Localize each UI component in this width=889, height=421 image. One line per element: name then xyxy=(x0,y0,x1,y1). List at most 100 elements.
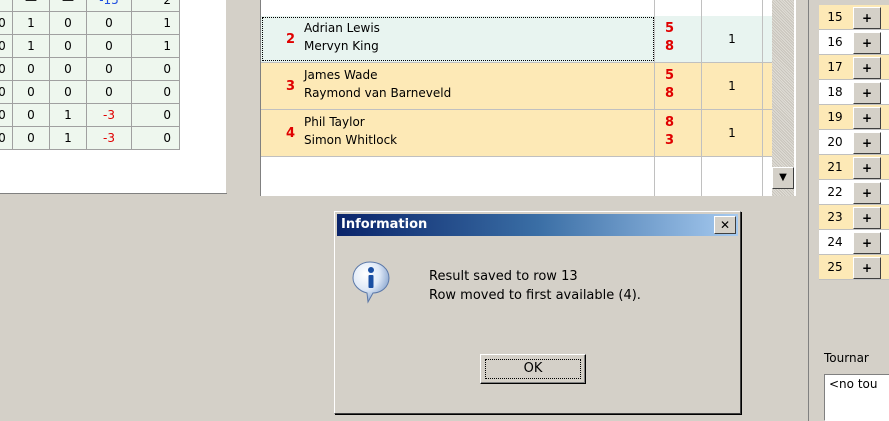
player-1-name: Adrian Lewis xyxy=(304,21,380,35)
match-number: 4 xyxy=(286,126,296,141)
standings-cell: 1 xyxy=(12,11,50,35)
match-row-partial xyxy=(261,0,776,17)
scroll-down-button[interactable]: ▼ xyxy=(772,167,794,189)
add-round-button[interactable]: + xyxy=(853,257,881,279)
standings-cell: 1 xyxy=(131,11,180,35)
standings-cell xyxy=(0,0,13,12)
round-number: 17 xyxy=(827,60,843,74)
round-row: 18 + xyxy=(819,80,889,105)
standings-cell: 0 xyxy=(0,103,13,127)
standings-row: 00000 xyxy=(0,57,180,81)
round-number: 22 xyxy=(827,185,843,199)
dialog-message-line-2: Row moved to first available (4). xyxy=(429,288,641,303)
round-row: 15 + xyxy=(819,5,889,30)
standings-cell: 0 xyxy=(49,11,87,35)
add-round-button[interactable]: + xyxy=(853,32,881,54)
ok-button[interactable]: OK xyxy=(480,354,586,384)
information-dialog: Information ✕ Result saved to row 13 Row… xyxy=(334,211,741,414)
standings-cell: 1 xyxy=(49,103,87,127)
rounds-panel: 15 +16 +17 +18 +19 +20 +21 +22 +23 +24 +25 + Tourna… xyxy=(808,0,889,421)
matches-panel: 2 Adrian Lewis Mervyn King 5 8 1 3 James… xyxy=(260,0,796,196)
standings-cell: 0 xyxy=(86,80,132,104)
round-row: 23 + xyxy=(819,205,889,230)
add-round-button[interactable]: + xyxy=(853,132,881,154)
add-round-button[interactable]: + xyxy=(853,207,881,229)
match-column-value: 1 xyxy=(702,16,763,62)
round-row: 16 + xyxy=(819,30,889,55)
round-number: 20 xyxy=(827,135,843,149)
standings-cell: 0 xyxy=(12,126,50,150)
player-2-score: 8 xyxy=(665,86,675,101)
standings-cell: 0 xyxy=(49,80,87,104)
round-number: 19 xyxy=(827,110,843,124)
match-players: 2 Adrian Lewis Mervyn King xyxy=(261,16,655,62)
match-row[interactable]: 3 James Wade Raymond van Barneveld 5 8 1 xyxy=(261,63,776,110)
add-round-button[interactable]: + xyxy=(853,7,881,29)
player-2-name: Mervyn King xyxy=(304,39,379,53)
add-round-button[interactable]: + xyxy=(853,232,881,254)
standings-cell: 0 xyxy=(0,57,13,81)
player-1-name: James Wade xyxy=(304,68,378,82)
standings-cell: 1 xyxy=(12,34,50,58)
standings-cell: 0 xyxy=(0,34,13,58)
round-row: 24 + xyxy=(819,230,889,255)
standings-row: — — -15 2 xyxy=(0,0,180,12)
standings-cell: 0 xyxy=(131,126,180,150)
add-round-button[interactable]: + xyxy=(853,82,881,104)
round-row: 17 + xyxy=(819,55,889,80)
standings-cell: 0 xyxy=(86,57,132,81)
player-1-score: 5 xyxy=(665,21,675,36)
add-round-button[interactable]: + xyxy=(853,107,881,129)
standings-cell: 2 xyxy=(131,0,180,12)
standings-cell: 1 xyxy=(131,34,180,58)
dialog-title-bar[interactable]: Information xyxy=(337,214,738,236)
tournament-field[interactable]: <no tou xyxy=(824,374,889,421)
match-row[interactable]: 4 Phil Taylor Simon Whitlock 8 3 1 xyxy=(261,110,776,157)
standings-cell: -3 xyxy=(86,103,132,127)
player-2-score: 3 xyxy=(665,133,675,148)
match-number: 2 xyxy=(286,32,296,47)
match-score: 5 8 xyxy=(655,63,702,109)
player-2-name: Simon Whitlock xyxy=(304,133,398,147)
standings-cell: 1 xyxy=(49,126,87,150)
close-button[interactable]: ✕ xyxy=(714,216,736,234)
match-column-value: 1 xyxy=(702,63,763,109)
match-players: 4 Phil Taylor Simon Whitlock xyxy=(261,110,655,156)
standings-cell: — xyxy=(12,0,50,12)
standings-cell: 0 xyxy=(0,80,13,104)
match-row[interactable]: 2 Adrian Lewis Mervyn King 5 8 1 xyxy=(261,16,776,63)
player-1-name: Phil Taylor xyxy=(304,115,365,129)
match-score: 5 8 xyxy=(655,16,702,62)
standings-cell: 0 xyxy=(86,11,132,35)
round-row: 20 + xyxy=(819,130,889,155)
player-2-name: Raymond van Barneveld xyxy=(304,86,452,100)
close-icon: ✕ xyxy=(719,218,731,232)
add-round-button[interactable]: + xyxy=(853,157,881,179)
standings-cell: 0 xyxy=(12,80,50,104)
round-number: 23 xyxy=(827,210,843,224)
round-number: 21 xyxy=(827,160,843,174)
standings-cell: 0 xyxy=(12,57,50,81)
player-2-score: 8 xyxy=(665,39,675,54)
standings-cell: 0 xyxy=(49,57,87,81)
standings-cell: 0 xyxy=(131,57,180,81)
standings-row: 001-30 xyxy=(0,103,180,127)
standings-row: 001-30 xyxy=(0,126,180,150)
add-round-button[interactable]: + xyxy=(853,57,881,79)
ok-label: OK xyxy=(485,359,581,379)
add-round-button[interactable]: + xyxy=(853,182,881,204)
standings-cell: 0 xyxy=(86,34,132,58)
match-column-value: 1 xyxy=(702,110,763,156)
match-score: 8 3 xyxy=(655,110,702,156)
standings-row: 00000 xyxy=(0,80,180,104)
standings-cell: 0 xyxy=(49,34,87,58)
match-number: 3 xyxy=(286,79,296,94)
round-number: 15 xyxy=(827,10,843,24)
round-row: 21 + xyxy=(819,155,889,180)
round-row: 25 + xyxy=(819,255,889,280)
player-1-score: 8 xyxy=(665,115,675,130)
standings-table: ——-15201001010010000000000001-30001-30 xyxy=(0,0,180,150)
standings-cell: 0 xyxy=(12,103,50,127)
standings-cell: 0 xyxy=(0,11,13,35)
standings-panel: ——-15201001010010000000000001-30001-30 xyxy=(0,0,227,194)
